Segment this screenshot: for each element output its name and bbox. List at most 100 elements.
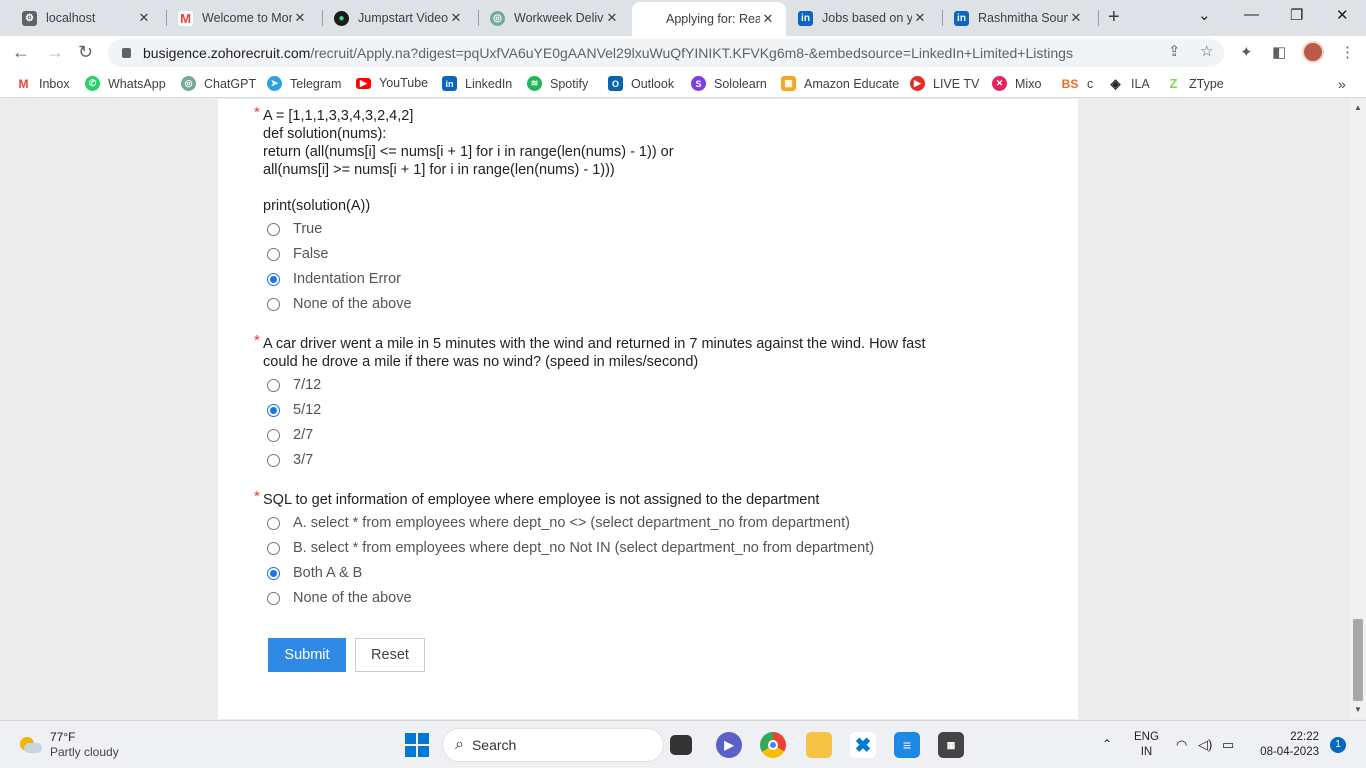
bookmark-sololearn[interactable]: S Sololearn [691, 76, 767, 91]
vscode-icon[interactable]: ✖ [850, 732, 876, 758]
close-icon[interactable]: ✕ [604, 10, 620, 26]
close-icon[interactable]: ✕ [292, 10, 308, 26]
close-icon[interactable]: ✕ [760, 11, 776, 27]
submit-button[interactable]: Submit [268, 638, 346, 672]
volume-icon[interactable]: ◁) [1198, 737, 1212, 753]
tab-workweek[interactable]: ◎ Workweek Delive ✕ [480, 4, 630, 32]
task-view-icon[interactable] [670, 735, 692, 755]
radio-button-selected[interactable] [267, 272, 280, 286]
system-clock[interactable]: 22:22 08-04-2023 [1255, 730, 1319, 760]
file-explorer-icon[interactable] [806, 732, 832, 758]
teams-chat-icon[interactable]: ▶ [716, 732, 742, 758]
radio-button[interactable] [267, 222, 280, 236]
option-q2-2-7[interactable]: 2/7 [267, 427, 313, 443]
restore-button[interactable]: ❐ [1290, 6, 1303, 24]
close-icon[interactable]: ✕ [912, 10, 928, 26]
close-icon[interactable]: ✕ [136, 10, 152, 26]
radio-button[interactable] [267, 591, 280, 605]
bookmark-spotify[interactable]: ≋ Spotify [527, 76, 588, 91]
option-q3-a[interactable]: A. select * from employees where dept_no… [267, 515, 850, 531]
menu-icon[interactable]: ⋮ [1340, 43, 1355, 61]
radio-button-selected[interactable] [267, 403, 280, 417]
option-q1-true[interactable]: True [267, 221, 322, 237]
weather-widget[interactable]: 77°F Partly cloudy [18, 730, 119, 760]
bookmark-bs[interactable]: BS c [1061, 76, 1093, 91]
bookmark-ila[interactable]: ◈ ILA [1108, 76, 1150, 91]
bookmark-label: LIVE TV [933, 76, 980, 91]
taskbar-search[interactable]: ⌕ Search [442, 728, 664, 762]
profile-avatar[interactable] [1302, 41, 1324, 63]
radio-button[interactable] [267, 378, 280, 392]
more-bookmarks-icon[interactable]: » [1338, 76, 1346, 92]
lock-icon[interactable] [122, 48, 131, 58]
close-window-button[interactable]: ✕ [1336, 6, 1349, 24]
bookmark-mixo[interactable]: ✕ Mixo [992, 76, 1041, 91]
radio-button[interactable] [267, 428, 280, 442]
bookmark-whatsapp[interactable]: ✆ WhatsApp [85, 76, 166, 91]
bs-icon: BS [1061, 76, 1079, 91]
tab-jumpstart[interactable]: ● Jumpstart Video ✕ [324, 4, 474, 32]
bookmark-telegram[interactable]: ➤ Telegram [267, 76, 341, 91]
battery-icon[interactable]: ▭ [1222, 737, 1234, 753]
bookmark-ztype[interactable]: Z ZType [1166, 76, 1224, 91]
option-q2-3-7[interactable]: 3/7 [267, 452, 313, 468]
radio-button[interactable] [267, 297, 280, 311]
bookmark-star-icon[interactable]: ☆ [1200, 42, 1213, 60]
wifi-icon[interactable]: ◠ [1176, 737, 1187, 753]
chrome-icon[interactable] [760, 732, 786, 758]
page-scrollbar[interactable]: ▲ ▼ [1350, 99, 1366, 719]
tab-title: Jumpstart Video [358, 11, 448, 25]
chatgpt-icon: ◎ [490, 10, 505, 26]
option-q2-7-12[interactable]: 7/12 [267, 377, 321, 393]
app-icon[interactable]: ▦ [938, 732, 964, 758]
bookmark-chatgpt[interactable]: ◎ ChatGPT [181, 76, 256, 91]
notification-badge[interactable]: 1 [1330, 737, 1346, 753]
close-icon[interactable]: ✕ [1068, 10, 1084, 26]
option-q1-none[interactable]: None of the above [267, 296, 412, 312]
extensions-icon[interactable]: ✦ [1240, 43, 1253, 61]
input-language[interactable]: ENG IN [1134, 730, 1159, 760]
scrollbar-thumb[interactable] [1353, 619, 1363, 701]
address-bar[interactable]: busigence.zohorecruit.com/recruit/Apply.… [108, 39, 1224, 67]
scroll-down-icon[interactable]: ▼ [1354, 705, 1362, 714]
radio-button[interactable] [267, 453, 280, 467]
option-q2-5-12[interactable]: 5/12 [267, 402, 321, 418]
bookmark-live-tv[interactable]: ▶ LIVE TV [910, 76, 979, 91]
radio-button-selected[interactable] [267, 566, 280, 580]
bookmark-amazon-educate[interactable]: ▣ Amazon Educate [781, 76, 899, 91]
option-q3-none[interactable]: None of the above [267, 590, 412, 606]
option-q1-indentation-error[interactable]: Indentation Error [267, 271, 401, 287]
bookmark-outlook[interactable]: O Outlook [608, 76, 674, 91]
reset-button[interactable]: Reset [355, 638, 425, 672]
scroll-up-icon[interactable]: ▲ [1354, 103, 1362, 112]
reload-button[interactable]: ↻ [78, 42, 93, 63]
radio-button[interactable] [267, 516, 280, 530]
clock-date: 08-04-2023 [1260, 746, 1319, 758]
tab-gmail[interactable]: M Welcome to Mon ✕ [168, 4, 318, 32]
bookmark-linkedin[interactable]: in LinkedIn [442, 76, 512, 91]
show-hidden-icons[interactable]: ⌃ [1102, 737, 1112, 751]
share-icon[interactable]: ⇪ [1168, 42, 1181, 60]
option-q1-false[interactable]: False [267, 246, 328, 262]
tab-localhost[interactable]: ⚙ localhost ✕ [12, 4, 162, 32]
close-icon[interactable]: ✕ [448, 10, 464, 26]
side-panel-icon[interactable]: ◧ [1272, 43, 1286, 61]
new-tab-button[interactable]: + [1108, 6, 1120, 29]
tab-search-icon[interactable]: ⌄ [1198, 6, 1211, 24]
minimize-button[interactable]: — [1244, 6, 1259, 23]
option-q3-b[interactable]: B. select * from employees where dept_no… [267, 540, 874, 556]
notepad-icon[interactable]: ≡ [894, 732, 920, 758]
bookmark-inbox[interactable]: M Inbox [16, 76, 70, 91]
windows-start-button[interactable] [405, 733, 429, 757]
page-viewport: * A = [1,1,1,3,3,4,3,2,4,2] def solution… [0, 99, 1350, 719]
tab-applying[interactable]: Applying for: Rea ✕ [632, 2, 786, 36]
question-code-line: all(nums[i] >= nums[i + 1] for i in rang… [263, 162, 615, 178]
tab-linkedin-jobs[interactable]: in Jobs based on yo ✕ [788, 4, 938, 32]
forward-button[interactable]: → [46, 42, 64, 63]
tab-linkedin-profile[interactable]: in Rashmitha Soum ✕ [944, 4, 1094, 32]
option-q3-both[interactable]: Both A & B [267, 565, 362, 581]
bookmark-youtube[interactable]: ▶ YouTube [356, 76, 428, 90]
radio-button[interactable] [267, 541, 280, 555]
back-button[interactable]: ← [12, 42, 30, 63]
radio-button[interactable] [267, 247, 280, 261]
